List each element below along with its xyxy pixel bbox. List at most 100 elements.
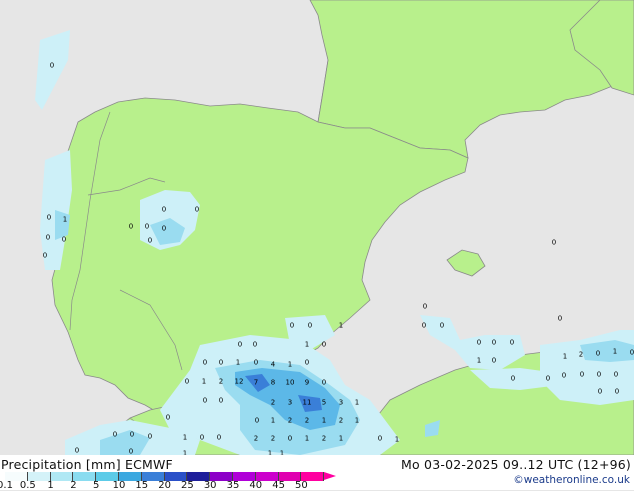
- precipitation-map: 00 10 0000 00 00 000 00 0 10 0 01 0 0 000 0 1 0 4 1 0 1 0 1 2 0 1…: [0, 0, 634, 490]
- grid-value-label: 1: [339, 435, 343, 443]
- grid-value-label: 0: [614, 371, 618, 379]
- grid-value-label: 2: [254, 435, 258, 443]
- legend-tick-label: 50: [295, 480, 308, 491]
- grid-value-label: 1: [355, 417, 359, 425]
- grid-value-label: 2: [288, 417, 292, 425]
- grid-value-label: 4: [271, 361, 276, 369]
- grid-value-label: 0: [162, 225, 166, 233]
- grid-value-label: 11: [303, 399, 312, 407]
- grid-value-label: 8: [271, 379, 275, 387]
- grid-value-label: 0: [510, 339, 514, 347]
- grid-value-label: 0: [166, 414, 170, 422]
- grid-value-label: 1: [236, 359, 240, 367]
- grid-value-label: 0: [255, 417, 259, 425]
- grid-value-label: 0: [492, 357, 496, 365]
- grid-value-label: 2: [339, 417, 343, 425]
- grid-value-label: 0: [558, 315, 562, 323]
- grid-value-label: 0: [580, 371, 584, 379]
- grid-value-label: 1: [202, 378, 206, 386]
- legend-tick-label: 45: [272, 480, 285, 491]
- legend-tick-label: 5: [93, 480, 100, 491]
- grid-value-label: 0: [203, 359, 207, 367]
- grid-value-label: 0: [185, 378, 189, 386]
- grid-value-label: 1: [63, 216, 67, 224]
- grid-value-label: 2: [305, 417, 309, 425]
- grid-value-label: 5: [322, 399, 326, 407]
- grid-value-label: 0: [492, 339, 496, 347]
- grid-value-label: 2: [579, 351, 583, 359]
- grid-value-label: 0: [552, 239, 556, 247]
- grid-value-label: 0: [308, 322, 312, 330]
- grid-value-label: 1: [322, 417, 326, 425]
- grid-value-label: 0: [219, 397, 223, 405]
- grid-value-label: 2: [271, 399, 275, 407]
- grid-value-label: 1: [339, 322, 343, 330]
- grid-value-label: 0: [130, 431, 134, 439]
- credit-link[interactable]: ©weatheronline.co.uk: [513, 474, 630, 486]
- grid-value-label: 0: [200, 434, 204, 442]
- grid-value-label: 0: [113, 431, 117, 439]
- grid-value-label: 1: [477, 357, 481, 365]
- legend-tick-label: 15: [135, 480, 149, 491]
- grid-value-label: 0: [630, 349, 634, 357]
- grid-value-label: 0: [253, 341, 257, 349]
- grid-value-label: 0: [422, 322, 426, 330]
- legend-tick-label: 30: [203, 480, 217, 491]
- grid-value-label: 0: [423, 303, 427, 311]
- grid-value-label: 0: [75, 447, 79, 455]
- grid-value-label: 0: [597, 371, 601, 379]
- grid-value-label: 0: [145, 223, 149, 231]
- grid-value-label: 0: [378, 435, 382, 443]
- grid-value-label: 0: [440, 322, 444, 330]
- map-title: Precipitation [mm] ECMWF: [1, 457, 173, 472]
- grid-value-label: 0: [562, 372, 566, 380]
- grid-value-label: 10: [286, 379, 295, 387]
- grid-value-label: 0: [203, 397, 207, 405]
- grid-value-label: 1: [288, 361, 292, 369]
- grid-value-label: 0: [290, 322, 294, 330]
- grid-value-label: 0: [477, 339, 481, 347]
- grid-value-label: 0: [615, 388, 619, 396]
- grid-value-label: 0: [219, 359, 223, 367]
- precipitation-legend: 0.1 0.5 1 2 5 10 15 20 25 30 35 40 45 50: [0, 472, 337, 491]
- legend-tick-label: 20: [158, 480, 171, 491]
- grid-value-label: 1: [355, 399, 359, 407]
- grid-value-label: 1: [305, 435, 309, 443]
- grid-value-label: 0: [148, 433, 152, 441]
- grid-value-label: 0: [162, 206, 166, 214]
- legend-arrow-icon: [324, 472, 337, 480]
- grid-value-label: 1: [395, 436, 399, 444]
- grid-value-label: 0: [62, 236, 66, 244]
- grid-value-label: 1: [271, 417, 275, 425]
- grid-value-label: 0: [129, 223, 133, 231]
- grid-value-label: 1: [563, 353, 567, 361]
- legend-tick-label: 2: [70, 480, 77, 491]
- grid-value-label: 0: [322, 379, 326, 387]
- grid-value-label: 2: [219, 378, 223, 386]
- grid-value-label: 0: [195, 206, 199, 214]
- grid-value-label: 2: [322, 435, 326, 443]
- grid-value-label: 1: [183, 434, 187, 442]
- grid-value-label: 0: [511, 375, 515, 383]
- legend-tick-label: 1: [47, 480, 54, 491]
- grid-value-label: 0: [46, 234, 50, 242]
- legend-tick-label: 0.1: [0, 480, 13, 491]
- grid-value-label: 0: [43, 252, 47, 260]
- grid-value-label: 0: [47, 214, 51, 222]
- grid-value-label: 3: [288, 399, 292, 407]
- legend-tick-label: 10: [112, 480, 126, 491]
- grid-value-label: 2: [271, 435, 275, 443]
- legend-tick-label: 0.5: [19, 480, 36, 491]
- grid-value-label: 0: [305, 359, 309, 367]
- grid-value-label: 12: [235, 378, 244, 386]
- grid-value-label: 0: [238, 341, 242, 349]
- grid-value-label: 7: [254, 379, 258, 387]
- legend-tick-label: 40: [249, 480, 263, 491]
- legend-tick-label: 35: [226, 480, 240, 491]
- footer-bar: Precipitation [mm] ECMWF Mo 03-02-2025 0…: [0, 455, 634, 491]
- grid-value-label: 0: [217, 434, 221, 442]
- grid-value-label: 0: [546, 375, 550, 383]
- grid-value-label: 0: [322, 341, 326, 349]
- grid-value-label: 1: [613, 348, 617, 356]
- grid-value-label: 1: [305, 341, 309, 349]
